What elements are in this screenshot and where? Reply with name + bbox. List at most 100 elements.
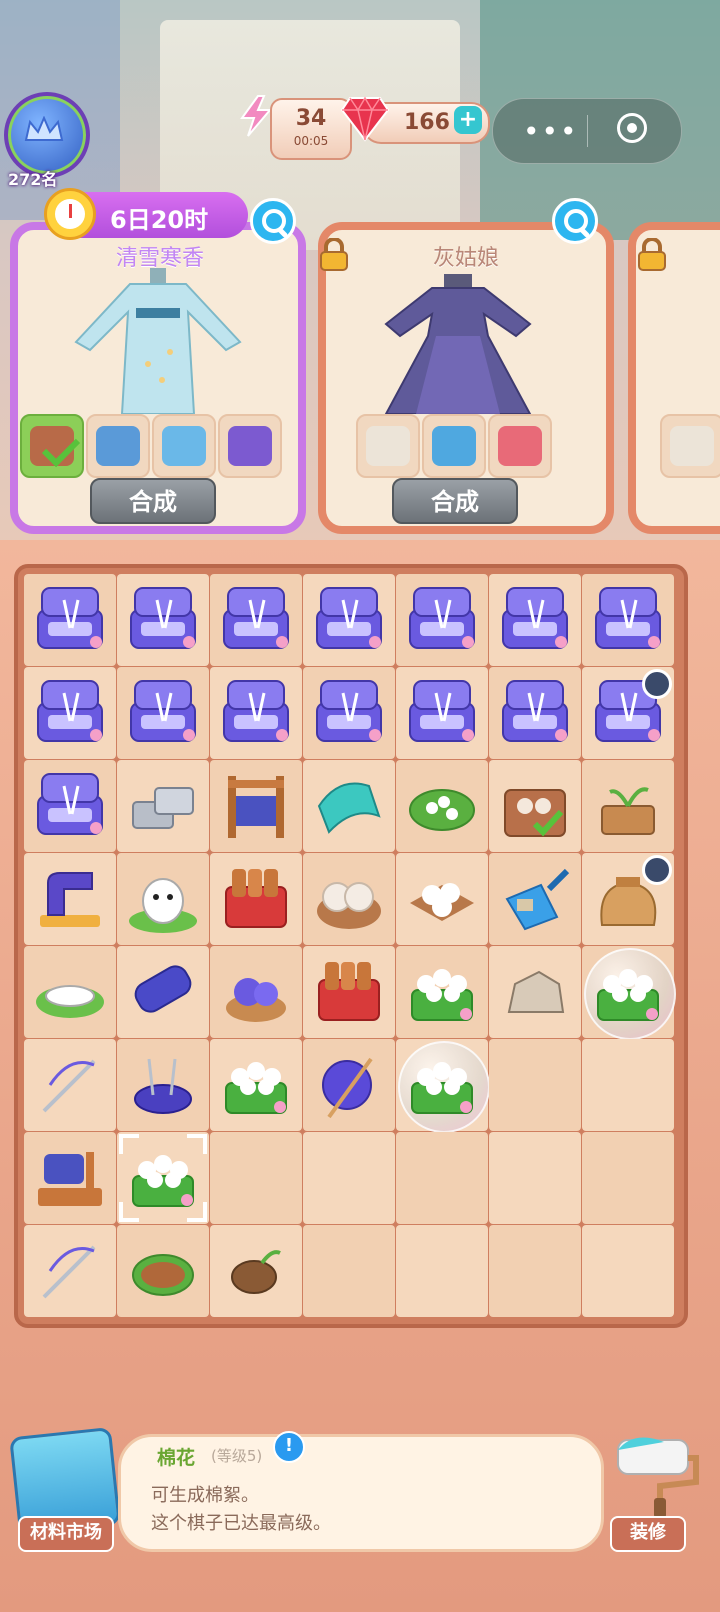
board-cell[interactable] (582, 853, 674, 945)
board-cell[interactable] (396, 1225, 488, 1317)
sewing-box-icon[interactable] (30, 766, 110, 846)
sewing-box-icon[interactable] (309, 580, 389, 660)
more-menu-button[interactable]: ••• (523, 115, 579, 148)
material-slot[interactable] (152, 414, 216, 478)
white-dog-icon[interactable] (123, 859, 203, 939)
material-slot[interactable] (20, 414, 84, 478)
sprout-pot-icon[interactable] (588, 766, 668, 846)
material-slot[interactable] (218, 414, 282, 478)
sewing-box-icon[interactable] (30, 673, 110, 753)
board-cell[interactable] (396, 760, 488, 852)
board-cell[interactable] (489, 760, 581, 852)
board-cell[interactable] (303, 853, 395, 945)
board-cell[interactable] (24, 1225, 116, 1317)
sewing-box-icon[interactable] (495, 580, 575, 660)
fabric-icon[interactable] (309, 766, 389, 846)
board-cell[interactable] (210, 946, 302, 1038)
cotton-plant-icon[interactable] (402, 952, 482, 1032)
sewing-box-icon[interactable] (216, 673, 296, 753)
close-miniprogram-icon[interactable] (617, 113, 647, 143)
combine-button[interactable]: 合成 (90, 478, 216, 524)
board-cell[interactable] (303, 946, 395, 1038)
silkworm-icon[interactable] (30, 952, 110, 1032)
board-cell[interactable] (24, 760, 116, 852)
search-icon[interactable] (552, 198, 598, 244)
cotton-bolls-icon[interactable] (402, 859, 482, 939)
board-cell[interactable] (489, 1132, 581, 1224)
board-cell[interactable] (396, 853, 488, 945)
board-cell[interactable] (582, 1039, 674, 1131)
material-slot[interactable] (356, 414, 420, 478)
board-cell[interactable] (117, 1225, 209, 1317)
sewing-box-icon[interactable] (402, 580, 482, 660)
search-icon[interactable] (250, 198, 296, 244)
soil-pot-icon[interactable] (123, 1231, 203, 1311)
rolled-fabric-icon[interactable] (309, 859, 389, 939)
board-cell[interactable] (396, 1132, 488, 1224)
material-market-button[interactable]: 材料市场 (18, 1516, 114, 1552)
sewing-box-icon[interactable] (123, 580, 203, 660)
yarn-basket-icon[interactable] (216, 952, 296, 1032)
board-cell[interactable] (489, 574, 581, 666)
board-cell[interactable] (117, 1039, 209, 1131)
board-cell[interactable] (24, 667, 116, 759)
board-cell[interactable] (303, 1039, 395, 1131)
thread-spools-icon[interactable] (309, 952, 389, 1032)
seed-icon[interactable] (216, 1231, 296, 1311)
sewing-box-icon[interactable] (495, 673, 575, 753)
stone-blocks-icon[interactable] (123, 766, 203, 846)
material-slot[interactable] (488, 414, 552, 478)
needle-icon[interactable] (30, 1231, 110, 1311)
board-cell[interactable] (303, 760, 395, 852)
board-cell[interactable] (117, 667, 209, 759)
board-cell[interactable] (303, 574, 395, 666)
sewing-machine-icon[interactable] (30, 859, 110, 939)
material-slot[interactable] (422, 414, 486, 478)
loom-icon[interactable] (216, 766, 296, 846)
yarn-ball-icon[interactable] (309, 1045, 389, 1125)
board-cell[interactable] (582, 946, 676, 1040)
board-cell[interactable] (210, 1039, 302, 1131)
add-gems-button[interactable]: + (454, 106, 482, 134)
board-cell[interactable] (210, 853, 302, 945)
rock-icon[interactable] (495, 952, 575, 1032)
paint-roller-icon[interactable] (604, 1430, 704, 1520)
cotton-plant-icon[interactable] (216, 1045, 296, 1125)
spool-rack-icon[interactable] (30, 1138, 110, 1218)
board-cell[interactable] (24, 1039, 116, 1131)
board-cell[interactable] (489, 853, 581, 945)
decorate-button[interactable]: 装修 (610, 1516, 686, 1552)
board-cell[interactable] (24, 574, 116, 666)
needle-icon[interactable] (30, 1045, 110, 1125)
sewing-box-icon[interactable] (402, 673, 482, 753)
board-cell[interactable] (210, 1225, 302, 1317)
pincushion-icon[interactable] (123, 1045, 203, 1125)
thread-roll-icon[interactable] (123, 952, 203, 1032)
board-cell[interactable] (303, 1132, 395, 1224)
board-cell[interactable] (24, 1132, 116, 1224)
cotton-seeds-icon[interactable] (402, 766, 482, 846)
material-slot[interactable] (660, 414, 720, 478)
sewing-box-icon[interactable] (216, 580, 296, 660)
board-cell[interactable] (582, 1132, 674, 1224)
board-cell[interactable] (489, 946, 581, 1038)
board-cell[interactable] (210, 667, 302, 759)
board-cell[interactable] (210, 1132, 302, 1224)
board-cell[interactable] (210, 760, 302, 852)
board-cell[interactable] (582, 1225, 674, 1317)
board-cell[interactable] (117, 946, 209, 1038)
board-cell[interactable] (489, 667, 581, 759)
board-cell[interactable] (396, 667, 488, 759)
sewing-box-icon[interactable] (588, 580, 668, 660)
sewing-box-icon[interactable] (30, 580, 110, 660)
board-cell[interactable] (117, 1132, 209, 1224)
board-cell[interactable] (303, 1225, 395, 1317)
info-button[interactable]: ! (273, 1431, 305, 1463)
board-cell[interactable] (582, 667, 674, 759)
board-cell[interactable] (396, 574, 488, 666)
leather-bag-icon[interactable] (495, 766, 575, 846)
sewing-box-icon[interactable] (123, 673, 203, 753)
dustpan-icon[interactable] (495, 859, 575, 939)
cotton-plant-icon[interactable] (402, 1045, 482, 1125)
material-slot[interactable] (86, 414, 150, 478)
